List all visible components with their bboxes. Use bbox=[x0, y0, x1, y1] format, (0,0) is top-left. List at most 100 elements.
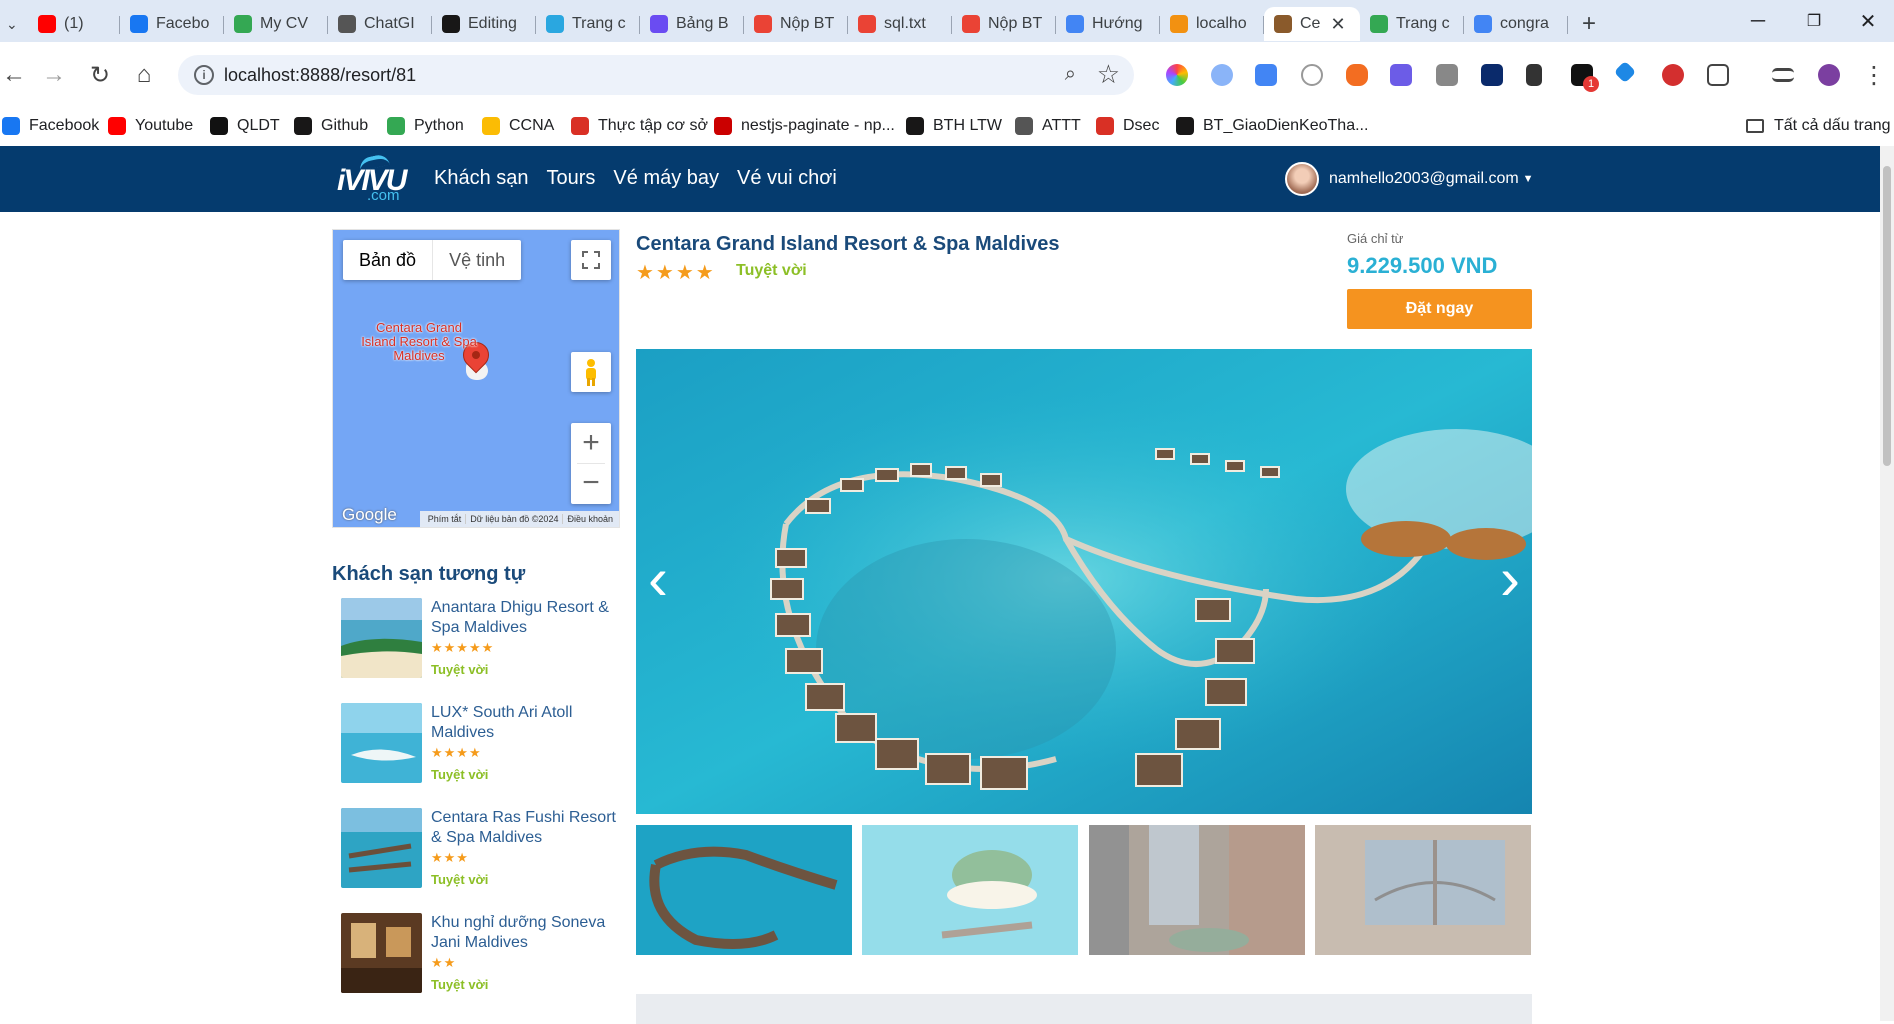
similar-hotel-name[interactable]: Anantara Dhigu Resort & Spa Maldives bbox=[431, 598, 621, 638]
browser-tab[interactable]: sql.txt bbox=[848, 7, 952, 41]
minimize-icon[interactable]: ─ bbox=[1730, 0, 1786, 42]
similar-hotel-thumb[interactable] bbox=[341, 598, 422, 678]
browser-tab[interactable]: Facebo bbox=[120, 7, 224, 41]
address-bar[interactable]: i localhost:8888/resort/81 ⌕ ☆ bbox=[178, 55, 1134, 95]
gallery-thumb[interactable] bbox=[636, 825, 852, 955]
url-text[interactable]: localhost:8888/resort/81 bbox=[224, 65, 416, 86]
bookmark-item[interactable]: BT_GiaoDienKeoTha... bbox=[1176, 117, 1368, 135]
bookmark-item[interactable]: Thực tập cơ sở bbox=[571, 117, 708, 135]
tab-search-menu[interactable]: ⌄ bbox=[0, 7, 28, 41]
canva-icon bbox=[546, 15, 564, 33]
puzzle-extension-icon[interactable] bbox=[1707, 64, 1729, 86]
browser-tab[interactable]: Bảng B bbox=[640, 7, 744, 41]
browser-tab[interactable]: Nộp BT bbox=[744, 7, 848, 41]
ivivu-logo[interactable]: iVIVU .com bbox=[337, 153, 409, 204]
map-marker-label[interactable]: Centara Grand Island Resort & Spa Maldiv… bbox=[359, 321, 479, 363]
bookmark-item[interactable]: Dsec bbox=[1096, 117, 1159, 135]
translate-extension-icon[interactable] bbox=[1255, 64, 1277, 86]
figure-extension-icon[interactable] bbox=[1346, 64, 1368, 86]
m-extension-icon[interactable] bbox=[1481, 64, 1503, 86]
similar-hotel-item[interactable]: Centara Ras Fushi Resort & Spa Maldives … bbox=[341, 808, 621, 892]
similar-hotel-item[interactable]: Anantara Dhigu Resort & Spa Maldives ★★★… bbox=[341, 598, 621, 682]
map-widget[interactable]: Bản đồ Vệ tinh + − Centara Grand Island … bbox=[332, 229, 620, 528]
street-view-pegman-icon[interactable] bbox=[571, 352, 611, 392]
carousel-next-icon[interactable]: › bbox=[1490, 549, 1530, 609]
browser-tab[interactable]: Ce ✕ bbox=[1264, 7, 1360, 41]
tag-extension-icon[interactable] bbox=[1613, 60, 1637, 84]
zoom-out-icon[interactable]: − bbox=[571, 463, 611, 503]
map-data-link[interactable]: Dữ liệu bản đồ ©2024 bbox=[466, 514, 564, 524]
bookmark-item[interactable]: ATTT bbox=[1015, 117, 1081, 135]
bookmark-item[interactable]: CCNA bbox=[482, 117, 554, 135]
bookmark-item[interactable]: QLDT bbox=[210, 117, 280, 135]
similar-hotel-thumb[interactable] bbox=[341, 808, 422, 888]
similar-hotel-name[interactable]: Khu nghỉ dưỡng Soneva Jani Maldives bbox=[431, 913, 621, 953]
user-menu[interactable]: namhello2003@gmail.com ▼ bbox=[1285, 162, 1534, 196]
carousel-prev-icon[interactable]: ‹ bbox=[638, 549, 678, 609]
profile-avatar-icon[interactable] bbox=[1818, 64, 1840, 86]
bookmark-item[interactable]: Facebook bbox=[2, 117, 99, 135]
browser-tab[interactable]: Editing bbox=[432, 7, 536, 41]
similar-hotel-thumb[interactable] bbox=[341, 703, 422, 783]
gallery-thumb[interactable] bbox=[1089, 825, 1305, 955]
similar-hotel-name[interactable]: Centara Ras Fushi Resort & Spa Maldives bbox=[431, 808, 621, 848]
map-terms-link[interactable]: Điều khoản bbox=[563, 514, 617, 524]
bookmark-item[interactable]: BTH LTW bbox=[906, 117, 1002, 135]
browser-tab[interactable]: Trang c bbox=[536, 7, 640, 41]
fullscreen-icon[interactable] bbox=[571, 240, 611, 280]
browser-tab[interactable]: Hướng bbox=[1056, 7, 1160, 41]
page-scrollbar[interactable] bbox=[1880, 146, 1894, 1021]
zoom-icon[interactable]: ⌕ bbox=[1065, 63, 1076, 86]
book-now-button[interactable]: Đặt ngay bbox=[1347, 289, 1532, 329]
camera-extension-icon[interactable] bbox=[1436, 64, 1458, 86]
nav-hotels[interactable]: Khách sạn bbox=[434, 167, 529, 190]
home-icon[interactable]: ⌂ bbox=[130, 61, 158, 89]
nav-tickets[interactable]: Vé vui chơi bbox=[737, 167, 837, 190]
gallery-thumb[interactable] bbox=[862, 825, 1078, 955]
browser-tab[interactable]: (1) bbox=[28, 7, 120, 41]
media-control-icon[interactable] bbox=[1772, 68, 1794, 82]
new-tab-button[interactable]: + bbox=[1568, 7, 1610, 41]
back-icon[interactable]: ← bbox=[0, 61, 28, 89]
bookmark-star-icon[interactable]: ☆ bbox=[1097, 59, 1120, 90]
map-shortcuts-link[interactable]: Phím tắt bbox=[424, 514, 467, 524]
all-bookmarks[interactable]: Tất cả dấu trang bbox=[1746, 117, 1891, 135]
caret-down-icon: ▼ bbox=[1522, 173, 1534, 185]
browser-tab[interactable]: congra bbox=[1464, 7, 1568, 41]
bookmark-item[interactable]: Github bbox=[294, 117, 368, 135]
chatgpt-icon bbox=[338, 15, 356, 33]
browser-tab[interactable]: Nộp BT bbox=[952, 7, 1056, 41]
wm-extension-icon[interactable] bbox=[1526, 64, 1542, 86]
scrollbar-thumb[interactable] bbox=[1883, 166, 1891, 466]
similar-hotel-item[interactable]: LUX* South Ari Atoll Maldives ★★★★ Tuyệt… bbox=[341, 703, 621, 787]
bookmark-item[interactable]: Youtube bbox=[108, 117, 193, 135]
reload-icon[interactable]: ↻ bbox=[86, 61, 114, 89]
lens-extension-icon[interactable] bbox=[1211, 64, 1233, 86]
shield-extension-icon[interactable] bbox=[1662, 64, 1684, 86]
gallery-thumb[interactable] bbox=[1315, 825, 1531, 955]
d-extension-icon[interactable] bbox=[1390, 64, 1412, 86]
bookmark-item[interactable]: nestjs-paginate - np... bbox=[714, 117, 895, 135]
close-tab-icon[interactable]: ✕ bbox=[1330, 14, 1345, 35]
browser-tab[interactable]: My CV bbox=[224, 7, 328, 41]
nav-flights[interactable]: Vé máy bay bbox=[613, 167, 719, 190]
nav-tours[interactable]: Tours bbox=[547, 167, 596, 190]
browser-tab[interactable]: Trang c bbox=[1360, 7, 1464, 41]
similar-hotel-item[interactable]: Khu nghỉ dưỡng Soneva Jani Maldives ★★ T… bbox=[341, 913, 621, 997]
browser-tab[interactable]: localho bbox=[1160, 7, 1264, 41]
forward-icon[interactable]: → bbox=[40, 61, 68, 89]
browser-tab[interactable]: ChatGI bbox=[328, 7, 432, 41]
site-info-icon[interactable]: i bbox=[194, 65, 214, 85]
bookmark-item[interactable]: Python bbox=[387, 117, 464, 135]
color-picker-extension-icon[interactable] bbox=[1166, 64, 1188, 86]
zoom-in-icon[interactable]: + bbox=[571, 423, 611, 463]
map-type-satellite[interactable]: Vệ tinh bbox=[433, 240, 521, 280]
compass-extension-icon[interactable] bbox=[1301, 64, 1323, 86]
similar-hotel-thumb[interactable] bbox=[341, 913, 422, 993]
similar-hotel-name[interactable]: LUX* South Ari Atoll Maldives bbox=[431, 703, 621, 743]
hero-photo-carousel[interactable]: ‹ › bbox=[636, 349, 1532, 814]
map-type-map[interactable]: Bản đồ bbox=[343, 240, 434, 280]
close-window-icon[interactable]: ✕ bbox=[1840, 0, 1894, 42]
restore-icon[interactable]: ❐ bbox=[1786, 0, 1842, 42]
menu-kebab-icon[interactable]: ⋮ bbox=[1860, 61, 1888, 89]
